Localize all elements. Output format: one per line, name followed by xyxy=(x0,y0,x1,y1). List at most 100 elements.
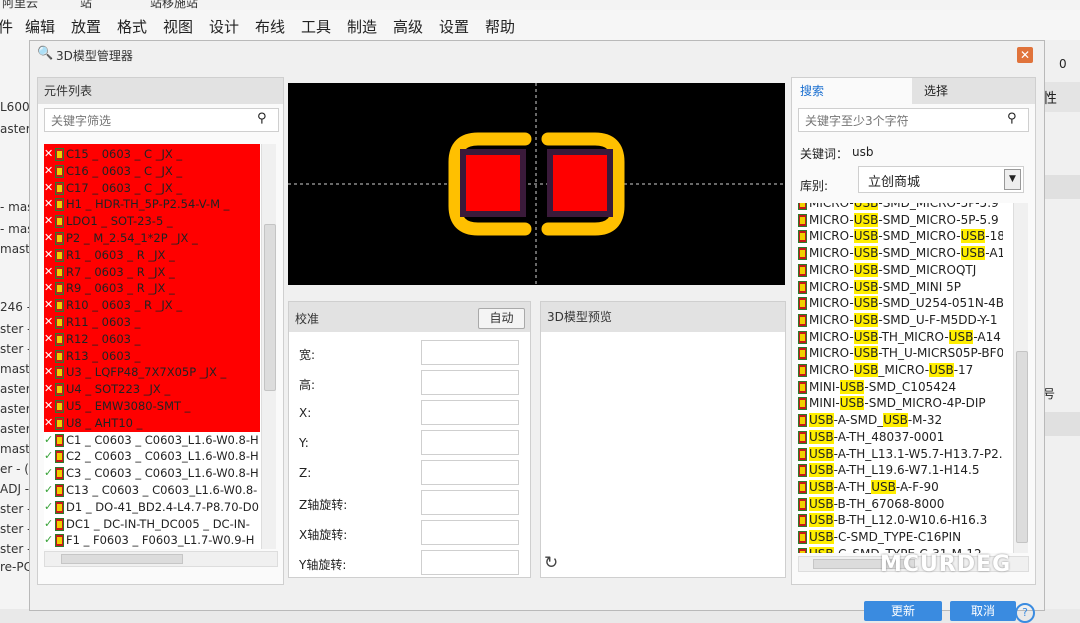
search-result-row[interactable]: MICRO-USB-SMD_MINI 5P xyxy=(798,279,1003,296)
dialog-title: 3D模型管理器 xyxy=(56,49,133,63)
search-result-row[interactable]: MICRO-USB_MICRO-USB-17 xyxy=(798,362,1003,379)
search-result-row[interactable]: MICRO-USB-TH_U-MICRS05P-BF0 xyxy=(798,345,1003,362)
component-row[interactable]: ✕ H1 _ HDR-TH_5P-P2.54-V-M _ xyxy=(44,196,259,213)
library-search-input[interactable] xyxy=(803,111,1002,131)
component-row[interactable]: ✓ C2 _ C0603 _ C0603_L1.6-W0.8-H xyxy=(44,448,259,465)
calibration-field-input[interactable] xyxy=(421,460,519,485)
refresh-icon[interactable]: ↻ xyxy=(544,553,558,573)
search-icon[interactable]: ⚲ xyxy=(1007,111,1017,126)
component-row[interactable]: ✕ U4 _ SOT223 _JX _ xyxy=(44,381,259,398)
menu-fabrication[interactable]: 制造 xyxy=(347,16,377,37)
component-row[interactable]: ✕ R12 _ 0603 _ xyxy=(44,331,259,348)
menu-route[interactable]: 布线 xyxy=(255,16,285,37)
bookmark-1[interactable]: 阿里云 xyxy=(2,0,38,10)
component-row-label: C3 _ C0603 _ C0603_L1.6-W0.8-H xyxy=(66,466,259,481)
library-search-box[interactable]: ⚲ xyxy=(798,108,1029,132)
bookmark-2[interactable]: 站 xyxy=(80,0,92,10)
menu-design[interactable]: 设计 xyxy=(209,16,239,37)
component-row[interactable]: ✕ P2 _ M_2.54_1*2P _JX _ xyxy=(44,230,259,247)
library-select[interactable]: 立创商城 ▼ xyxy=(858,166,1024,193)
close-button[interactable]: ✕ xyxy=(1017,47,1033,63)
search-result-row[interactable]: MINI-USB-SMD_MICRO-4P-DIP xyxy=(798,395,1003,412)
search-result-row[interactable]: USB-B-TH_L12.0-W10.6-H16.3 xyxy=(798,512,1003,529)
component-row[interactable]: ✕ R1 _ 0603 _ R _JX _ xyxy=(44,247,259,264)
component-row[interactable]: ✕ U5 _ EMW3080-SMT _ xyxy=(44,398,259,415)
calibration-field-input[interactable] xyxy=(421,430,519,455)
auto-button[interactable]: 自动 xyxy=(478,308,525,329)
list-scrollbar[interactable] xyxy=(261,144,276,549)
search-result-row[interactable]: MICRO-USB-SMD_MICRO-5P-5.9 xyxy=(798,212,1003,229)
component-row[interactable]: ✕ C15 _ 0603 _ C _JX _ xyxy=(44,146,259,163)
component-row[interactable]: ✓ C13 _ C0603 _ C0603_L1.6-W0.8- xyxy=(44,482,259,499)
filter-input[interactable] xyxy=(49,111,253,131)
search-result-row[interactable]: USB-A-TH_L19.6-W7.1-H14.5 xyxy=(798,462,1003,479)
search-result-row[interactable]: USB-A-SMD_USB-M-32 xyxy=(798,412,1003,429)
menu-advanced[interactable]: 高级 xyxy=(393,16,423,37)
update-button[interactable]: 更新 xyxy=(864,601,942,621)
search-result-row[interactable]: USB-C-SMD_TYPE-C16PIN xyxy=(798,529,1003,546)
calibration-field-input[interactable] xyxy=(421,400,519,425)
menu-file[interactable]: 件 xyxy=(0,16,13,37)
component-row[interactable]: ✕ C17 _ 0603 _ C _JX _ xyxy=(44,180,259,197)
component-row[interactable]: ✕ U3 _ LQFP48_7X7X05P _JX _ xyxy=(44,364,259,381)
search-result-row[interactable]: MICRO-USB-SMD_U-F-M5DD-Y-1 xyxy=(798,312,1003,329)
component-row[interactable]: ✓ D1 _ DO-41_BD2.4-L4.7-P8.70-D0 xyxy=(44,499,259,516)
menu-format[interactable]: 格式 xyxy=(117,16,147,37)
search-result-row[interactable]: USB-A-TH_USB-A-F-90 xyxy=(798,479,1003,496)
search-icon[interactable]: ⚲ xyxy=(257,111,267,126)
results-scrollbar[interactable] xyxy=(1013,203,1028,553)
search-result-row[interactable]: USB-B-TH_67068-8000 xyxy=(798,496,1003,513)
search-result-row[interactable]: MICRO-USB-SMD_MICRO-5P-5.9 xyxy=(798,203,1003,212)
component-row[interactable]: ✕ R13 _ 0603 _ xyxy=(44,348,259,365)
results-scroll-thumb[interactable] xyxy=(1016,351,1028,543)
cancel-button[interactable]: 取消 xyxy=(950,601,1016,621)
calibration-field-input[interactable] xyxy=(421,520,519,545)
component-row[interactable]: ✕ U8 _ AHT10 _ xyxy=(44,415,259,432)
search-result-row[interactable]: USB-A-TH_48037-0001 xyxy=(798,429,1003,446)
search-result-row[interactable]: MICRO-USB-SMD_MICRO-USB-A1 xyxy=(798,245,1003,262)
component-row[interactable]: ✕ LDO1 _ SOT-23-5 _ xyxy=(44,213,259,230)
component-row[interactable]: ✓ DC1 _ DC-IN-TH_DC005 _ DC-IN- xyxy=(44,516,259,533)
keyword-highlight: USB xyxy=(839,396,865,411)
component-row[interactable]: ✓ C1 _ C0603 _ C0603_L1.6-W0.8-H xyxy=(44,432,259,449)
search-result-row[interactable]: MICRO-USB-SMD_MICROQTJ xyxy=(798,262,1003,279)
keyword-highlight: USB xyxy=(809,413,834,428)
scroll-thumb[interactable] xyxy=(264,224,276,391)
pad-2[interactable] xyxy=(547,149,613,217)
menu-edit[interactable]: 编辑 xyxy=(25,16,55,37)
footprint-canvas[interactable] xyxy=(288,83,785,285)
component-row-label: U8 _ AHT10 _ xyxy=(66,415,143,430)
dialog-titlebar[interactable]: 🔍 3D模型管理器 ✕ xyxy=(30,41,1044,69)
help-icon[interactable]: ? xyxy=(1015,603,1035,623)
menu-settings[interactable]: 设置 xyxy=(439,16,469,37)
search-result-row[interactable]: MICRO-USB-SMD_U254-051N-4BH xyxy=(798,295,1003,312)
component-row[interactable]: ✕ R9 _ 0603 _ R _JX _ xyxy=(44,280,259,297)
bookmark-3[interactable]: 站移施站 xyxy=(150,0,198,10)
missing-model-icon: ✕ xyxy=(44,214,54,228)
search-result-row[interactable]: MICRO-USB-TH_MICRO-USB-A14 xyxy=(798,329,1003,346)
menu-tools[interactable]: 工具 xyxy=(301,16,331,37)
component-row[interactable]: ✕ R10 _ 0603 _ R _JX _ xyxy=(44,297,259,314)
component-row[interactable]: ✕ R11 _ 0603 _ xyxy=(44,314,259,331)
chevron-down-icon[interactable]: ▼ xyxy=(1004,169,1021,190)
hscroll-thumb[interactable] xyxy=(61,554,183,564)
list-hscrollbar[interactable] xyxy=(44,551,278,567)
component-row[interactable]: ✕ C16 _ 0603 _ C _JX _ xyxy=(44,163,259,180)
calibration-field-input[interactable] xyxy=(421,340,519,365)
pad-1[interactable] xyxy=(460,149,526,217)
calibration-field-input[interactable] xyxy=(421,490,519,515)
component-row[interactable]: ✕ R7 _ 0603 _ R _JX _ xyxy=(44,264,259,281)
tab-search[interactable]: 搜索 xyxy=(792,78,912,104)
search-result-row[interactable]: USB-A-TH_L13.1-W5.7-H13.7-P2.0 xyxy=(798,446,1003,463)
menu-view[interactable]: 视图 xyxy=(163,16,193,37)
tab-select[interactable]: 选择 xyxy=(914,78,1034,104)
menu-place[interactable]: 放置 xyxy=(71,16,101,37)
filter-search-box[interactable]: ⚲ xyxy=(44,108,279,132)
search-result-row[interactable]: MINI-USB-SMD_C105424 xyxy=(798,379,1003,396)
search-result-row[interactable]: MICRO-USB-SMD_MICRO-USB-18 xyxy=(798,228,1003,245)
calibration-field-input[interactable] xyxy=(421,550,519,575)
menu-help[interactable]: 帮助 xyxy=(485,16,515,37)
component-row[interactable]: ✓ F1 _ F0603 _ F0603_L1.7-W0.9-H xyxy=(44,532,259,549)
component-row[interactable]: ✓ C3 _ C0603 _ C0603_L1.6-W0.8-H xyxy=(44,465,259,482)
calibration-field-input[interactable] xyxy=(421,370,519,395)
